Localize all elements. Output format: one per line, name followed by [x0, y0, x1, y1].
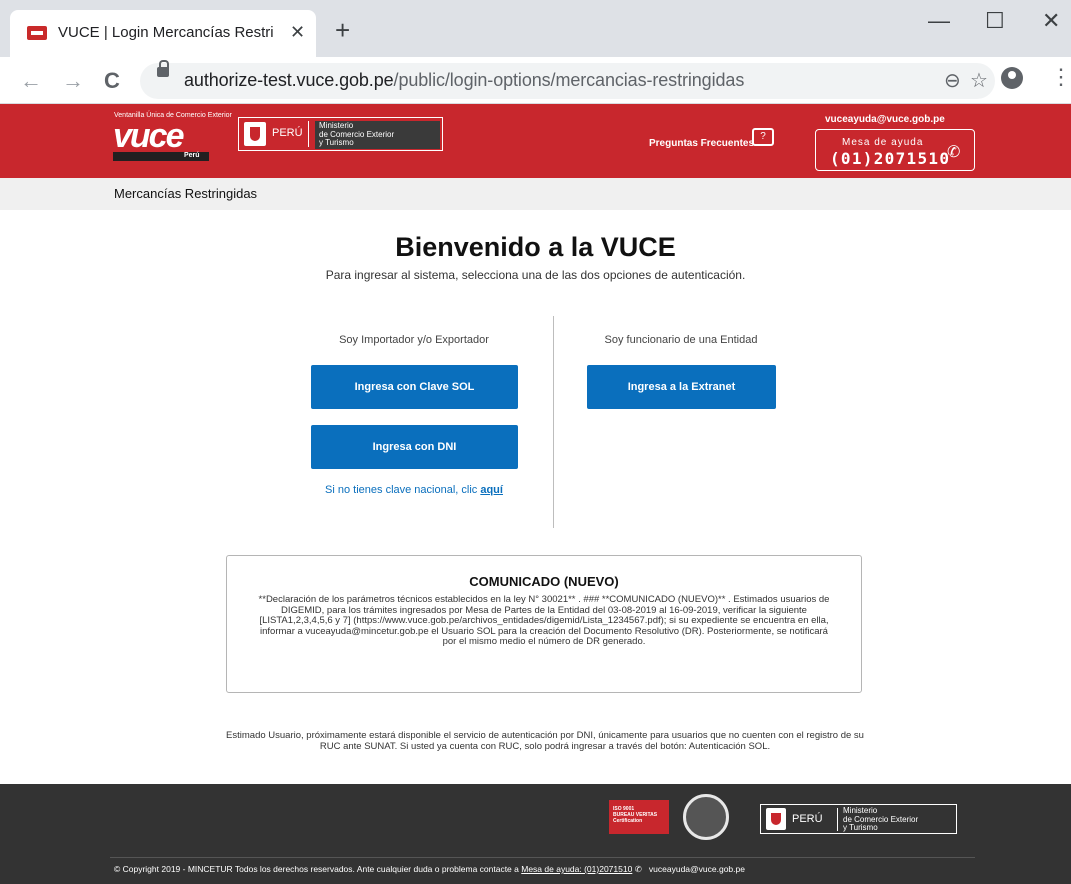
lock-icon — [157, 60, 169, 77]
new-tab-button[interactable]: + — [335, 17, 350, 43]
footer-email[interactable]: vuceayuda@vuce.gob.pe — [649, 864, 745, 874]
announcement-body: **Declaración de los parámetros técnicos… — [258, 594, 830, 648]
menu-dots-icon[interactable]: ⋮ — [1050, 64, 1071, 90]
announcement-title: COMUNICADO (NUEVO) — [469, 574, 619, 589]
reload-icon[interactable]: C — [104, 68, 120, 94]
tab-close-icon[interactable]: ✕ — [290, 22, 305, 43]
footer-mincetur-logo: PERÚ Ministerio de Comercio Exterior y T… — [760, 804, 957, 834]
gov-ministry: Ministerio de Comercio Exterior y Turism… — [315, 121, 440, 149]
back-icon[interactable]: ← — [20, 68, 42, 94]
profile-icon[interactable] — [1001, 67, 1023, 89]
help-desk-label: Mesa de ayuda — [842, 137, 924, 148]
site-footer: ISO 9001 BUREAU VERITAS Certification PE… — [0, 784, 1071, 884]
logo-country: Perú — [184, 152, 200, 159]
page-title: Bienvenido a la VUCE — [395, 232, 676, 262]
importer-label: Soy Importador y/o Exportador — [339, 334, 489, 346]
footer-divider — [110, 857, 975, 858]
login-extranet-button[interactable]: Ingresa a la Extranet — [587, 365, 776, 409]
faq-chat-icon[interactable]: ? — [752, 128, 774, 146]
page-lead: Para ingresar al sistema, selecciona una… — [325, 268, 746, 282]
announcement-box: COMUNICADO (NUEVO) **Declaración de los … — [226, 555, 862, 693]
bookmark-star-icon[interactable]: ☆ — [970, 68, 988, 93]
help-desk-box[interactable]: Mesa de ayuda (01)2071510 ✆ — [815, 129, 975, 171]
footer-copyright: © Copyright 2019 - MINCETUR Todos los de… — [114, 864, 745, 874]
forward-icon[interactable]: → — [62, 68, 84, 94]
login-sol-button[interactable]: Ingresa con Clave SOL — [311, 365, 518, 409]
bureau-veritas-logo: ISO 9001 BUREAU VERITAS Certification — [609, 794, 737, 840]
breadcrumb-bar: Mercancías Restringidas — [0, 178, 1071, 210]
vuce-favicon-icon — [27, 26, 47, 40]
peru-shield-icon — [244, 122, 266, 146]
bv-seal-icon — [683, 794, 729, 840]
site-header: Ventanilla Única de Comercio Exterior vu… — [0, 104, 1071, 178]
footer-gov-country: PERÚ — [792, 813, 823, 825]
no-key-text: Si no tienes clave nacional, clic aquí — [325, 484, 503, 496]
footer-phone-icon: ✆ — [634, 864, 642, 874]
help-desk-phone: (01)2071510 — [830, 149, 951, 168]
help-email[interactable]: vuceayuda@vuce.gob.pe — [825, 114, 945, 125]
footer-help-link[interactable]: Mesa de ayuda: (01)2071510 — [521, 864, 632, 874]
browser-tab[interactable]: VUCE | Login Mercancías Restring ✕ — [10, 10, 316, 57]
gov-country: PERÚ — [272, 127, 303, 139]
footer-gov-separator — [837, 808, 838, 831]
tab-title: VUCE | Login Mercancías Restring — [58, 24, 273, 41]
page-section-title: Mercancías Restringidas — [114, 186, 258, 201]
login-dni-button[interactable]: Ingresa con DNI — [311, 425, 518, 469]
mincetur-logo[interactable]: PERÚ Ministerio de Comercio Exterior y T… — [238, 117, 443, 151]
faq-link[interactable]: Preguntas Frecuentes — [649, 138, 754, 149]
footer-gov-ministry: Ministerio de Comercio Exterior y Turism… — [843, 806, 919, 832]
vuce-logo[interactable]: vuce — [113, 118, 184, 154]
no-key-link[interactable]: aquí — [480, 484, 503, 496]
minimize-icon[interactable]: — — [928, 8, 950, 34]
gov-separator — [308, 121, 309, 147]
maximize-icon[interactable]: ☐ — [985, 8, 1005, 34]
zoom-icon[interactable]: ⊖ — [944, 68, 961, 93]
window-close-icon[interactable]: ✕ — [1042, 8, 1060, 34]
entity-label: Soy funcionario de una Entidad — [604, 334, 758, 346]
column-divider — [553, 316, 554, 528]
footer-peru-shield-icon — [766, 808, 786, 830]
url-text[interactable]: authorize-test.vuce.gob.pe/public/login-… — [184, 70, 744, 91]
bv-badge: ISO 9001 BUREAU VERITAS Certification — [609, 800, 669, 834]
phone-icon: ✆ — [947, 144, 961, 161]
dni-notice: Estimado Usuario, próximamente estará di… — [226, 730, 864, 752]
browser-tab-strip: VUCE | Login Mercancías Restring ✕ + — ☐… — [0, 0, 1071, 57]
